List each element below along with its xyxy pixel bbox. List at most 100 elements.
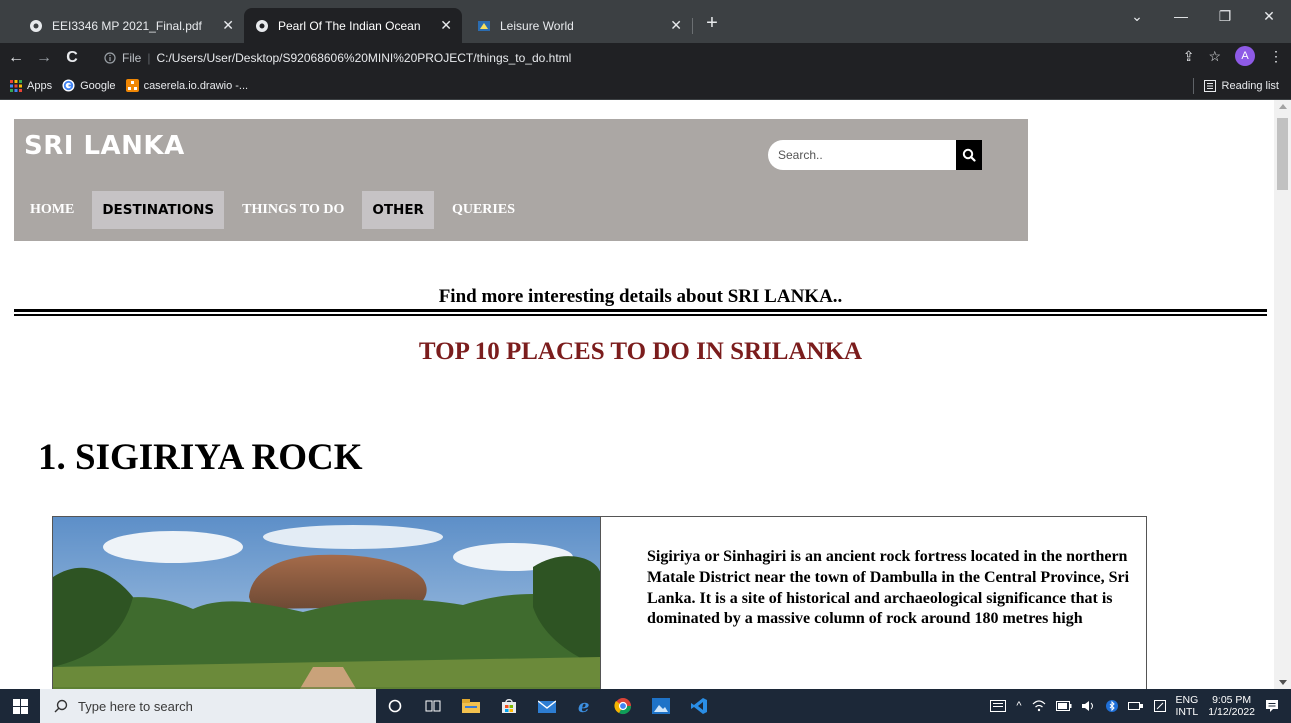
bookmark-label: Google <box>80 79 116 92</box>
nav-destinations[interactable]: DESTINATIONS <box>92 191 225 229</box>
leisure-favicon-icon <box>476 18 492 34</box>
language-code: ENG <box>1175 693 1199 706</box>
search-button[interactable] <box>956 140 982 170</box>
scroll-up-arrow-icon[interactable] <box>1279 104 1287 109</box>
search-input[interactable] <box>768 140 958 170</box>
taskbar-search[interactable]: Type here to search <box>40 689 376 723</box>
bookmark-star-icon[interactable]: ☆ <box>1208 48 1221 65</box>
tab-divider <box>692 18 693 34</box>
notifications-icon[interactable] <box>1265 699 1279 713</box>
back-arrow-icon[interactable]: ← <box>4 49 28 67</box>
section-title: TOP 10 PLACES TO DO IN SRILANKA <box>418 338 863 365</box>
place-description: Sigiriya or Sinhagiri is an ancient rock… <box>647 548 1130 628</box>
close-icon[interactable]: ✕ <box>222 17 234 34</box>
globe-icon <box>28 18 44 34</box>
main-nav: HOME DESTINATIONS THINGS TO DO OTHER QUE… <box>20 191 525 229</box>
keyboard-layout: INTL <box>1175 706 1199 718</box>
clock-time: 9:05 PM <box>1212 693 1252 706</box>
site-logo[interactable]: SRI LANKA <box>24 131 185 161</box>
search-icon <box>54 699 68 713</box>
keyboard-icon[interactable] <box>990 700 1007 712</box>
search-form <box>768 140 982 170</box>
nav-things-to-do[interactable]: THINGS TO DO <box>232 191 354 229</box>
vscode-icon[interactable] <box>680 689 718 723</box>
divider <box>14 309 1267 316</box>
svg-text:e: e <box>578 697 589 715</box>
bookmark-apps[interactable]: Apps <box>10 79 53 92</box>
page-scrollbar[interactable] <box>1274 100 1291 689</box>
windows-logo-icon <box>12 698 28 714</box>
photos-icon[interactable] <box>642 689 680 723</box>
profile-avatar[interactable]: A <box>1235 46 1255 66</box>
nav-home[interactable]: HOME <box>20 191 84 229</box>
address-bar[interactable]: File | C:/Users/User/Desktop/S92068606%2… <box>104 46 1195 69</box>
site-header: SRI LANKA HOME DESTINATIONS THINGS TO DO… <box>14 119 1028 241</box>
tab-leisure[interactable]: Leisure World ✕ <box>466 8 692 43</box>
share-icon[interactable]: ⇪ <box>1183 48 1195 65</box>
task-view-icon[interactable] <box>414 689 452 723</box>
reload-icon[interactable]: C <box>60 49 84 67</box>
url-separator: | <box>147 50 151 65</box>
place-card: Sigiriya or Sinhagiri is an ancient rock… <box>52 516 1147 689</box>
bookmark-drawio[interactable]: caserela.io.drawio -... <box>125 79 249 92</box>
windows-start-button[interactable] <box>0 689 40 723</box>
volume-icon[interactable] <box>1081 700 1096 712</box>
tab-pdf[interactable]: EEI3346 MP 2021_Final.pdf ✕ <box>18 8 244 43</box>
drawio-icon <box>125 79 139 92</box>
clock-date: 1/12/2022 <box>1208 706 1255 718</box>
forward-arrow-icon[interactable]: → <box>32 49 56 67</box>
search-icon <box>962 148 976 162</box>
store-icon[interactable] <box>490 689 528 723</box>
taskbar-search-placeholder: Type here to search <box>78 698 193 714</box>
reading-list-icon <box>1203 80 1216 92</box>
info-icon[interactable] <box>104 51 116 64</box>
close-icon[interactable]: ✕ <box>670 17 682 34</box>
toolbar-actions: ⇪ ☆ A ⋮ <box>1183 46 1283 66</box>
nav-queries[interactable]: QUERIES <box>442 191 525 229</box>
close-window-icon[interactable]: ✕ <box>1254 8 1284 25</box>
clock[interactable]: 9:05 PM 1/12/2022 <box>1208 694 1255 718</box>
sigiriya-image <box>53 517 601 689</box>
bookmark-google[interactable]: Google <box>62 79 116 92</box>
chrome-icon[interactable] <box>604 689 642 723</box>
globe-icon <box>254 18 270 34</box>
intro-text: Find more interesting details about SRI … <box>438 286 843 307</box>
page-viewport: SRI LANKA HOME DESTINATIONS THINGS TO DO… <box>0 100 1274 689</box>
place-title: 1. SIGIRIYA ROCK <box>38 437 363 478</box>
chevron-down-icon[interactable]: ⌄ <box>1122 8 1152 25</box>
language-indicator[interactable]: ENG INTL <box>1176 694 1199 718</box>
bookmarks-divider <box>1192 78 1194 94</box>
chevron-up-icon[interactable]: ^ <box>1016 700 1021 712</box>
tab-title: Leisure World <box>500 18 574 33</box>
new-tab-button[interactable]: + <box>700 12 724 36</box>
more-menu-icon[interactable]: ⋮ <box>1269 48 1283 65</box>
bookmark-label: caserela.io.drawio -... <box>143 79 249 92</box>
restore-icon[interactable]: ❐ <box>1210 8 1240 25</box>
battery-icon[interactable] <box>1055 701 1072 711</box>
browser-toolbar: ← → C File | C:/Users/User/Desktop/S9206… <box>0 43 1291 72</box>
scroll-thumb[interactable] <box>1277 118 1288 190</box>
system-tray: ^ ENG INTL 9:05 PM 1/12/2022 <box>985 689 1291 723</box>
bookmark-label: Apps <box>27 79 53 92</box>
url-text[interactable]: C:/Users/User/Desktop/S92068606%20MINI%2… <box>156 51 571 65</box>
edge-icon[interactable]: e <box>566 689 604 723</box>
cortana-icon[interactable] <box>376 689 414 723</box>
tab-title: Pearl Of The Indian Ocean <box>278 18 421 33</box>
file-explorer-icon[interactable] <box>452 689 490 723</box>
minimize-icon[interactable]: — <box>1166 8 1196 24</box>
browser-tab-strip: EEI3346 MP 2021_Final.pdf ✕ Pearl Of The… <box>0 0 1291 43</box>
bookmarks-bar: Apps Google caserela.io.drawio -... Read… <box>0 72 1291 100</box>
nav-other[interactable]: OTHER <box>362 191 434 229</box>
reading-list-button[interactable]: Reading list <box>1192 78 1279 94</box>
google-icon <box>62 79 75 92</box>
bluetooth-icon[interactable] <box>1105 700 1118 712</box>
scroll-down-arrow-icon[interactable] <box>1279 680 1287 685</box>
close-icon[interactable]: ✕ <box>440 17 452 34</box>
network-icon[interactable] <box>1127 701 1144 711</box>
tab-pearl[interactable]: Pearl Of The Indian Ocean ✕ <box>244 8 462 43</box>
reading-list-label: Reading list <box>1221 80 1279 92</box>
pen-icon[interactable] <box>1153 700 1166 712</box>
tab-title: EEI3346 MP 2021_Final.pdf <box>52 18 202 33</box>
mail-icon[interactable] <box>528 689 566 723</box>
wifi-icon[interactable] <box>1032 700 1046 712</box>
